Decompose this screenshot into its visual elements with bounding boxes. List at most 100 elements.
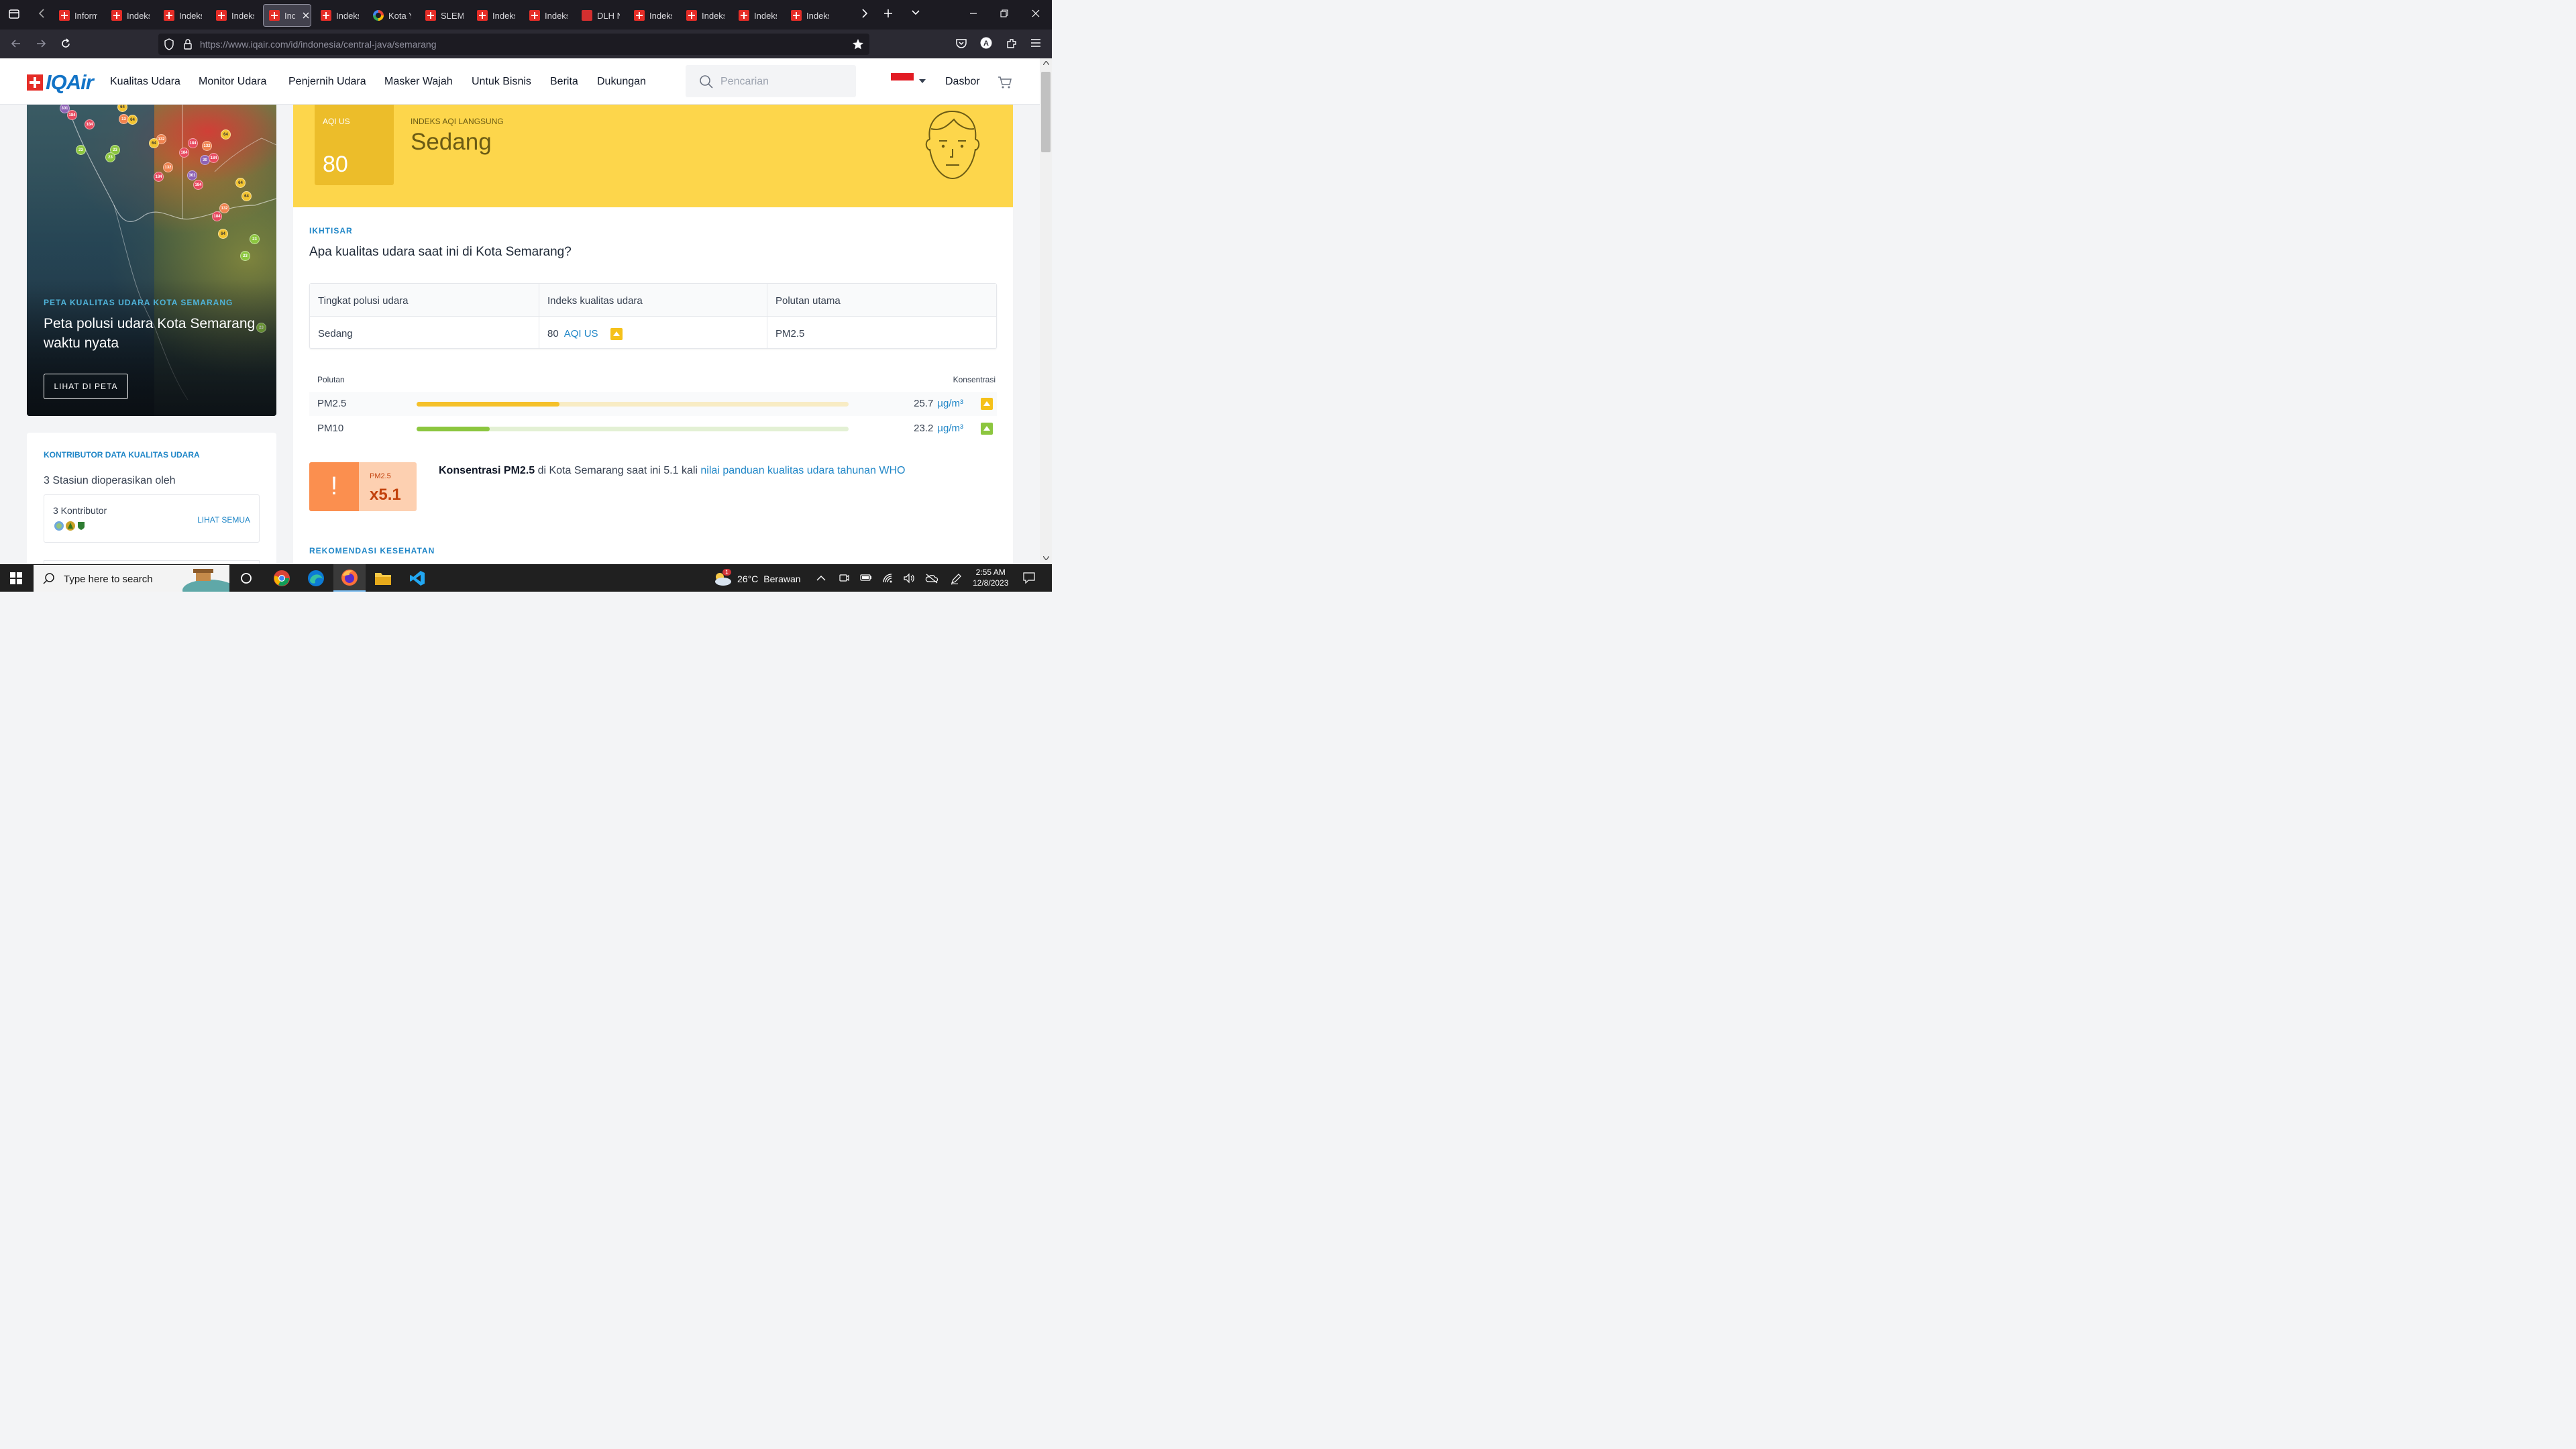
minimize-icon[interactable] <box>969 9 978 18</box>
iqair-logo[interactable]: IQAir <box>27 70 94 95</box>
show-hidden-icons-chevron-icon[interactable] <box>816 575 826 581</box>
map-marker[interactable]: 184 <box>67 110 77 120</box>
task-view-icon[interactable] <box>230 564 262 592</box>
edge-app-icon[interactable] <box>300 564 332 592</box>
aqi-unit-link[interactable]: AQI US <box>564 328 598 339</box>
windows-start-icon[interactable] <box>10 572 22 584</box>
chrome-app-icon[interactable] <box>266 564 298 592</box>
tab-label: Ind <box>284 10 295 21</box>
url-text[interactable]: https://www.iqair.com/id/indonesia/centr… <box>200 39 437 50</box>
reload-icon[interactable] <box>60 38 72 50</box>
map-marker[interactable]: 132 <box>219 203 229 213</box>
menu-hamburger-icon[interactable] <box>1030 38 1041 48</box>
map-marker[interactable]: 23 <box>105 152 115 162</box>
shield-icon[interactable] <box>164 38 174 50</box>
indonesia-flag-icon[interactable] <box>891 73 914 88</box>
map-marker[interactable]: 184 <box>179 148 189 158</box>
url-bar[interactable]: https://www.iqair.com/id/indonesia/centr… <box>158 34 869 55</box>
taskbar-clock[interactable]: 2:55 AM 12/8/2023 <box>973 567 1008 588</box>
wifi-icon[interactable] <box>882 573 894 584</box>
list-all-tabs-icon[interactable] <box>911 9 920 16</box>
nav-penjernih-udara[interactable]: Penjernih Udara <box>288 76 366 88</box>
account-avatar[interactable]: A <box>980 37 992 49</box>
close-window-icon[interactable] <box>1031 9 1040 18</box>
browser-tab[interactable]: DLH N <box>576 4 623 27</box>
map-marker[interactable]: 23 <box>240 251 250 261</box>
map-marker[interactable]: 23 <box>76 145 86 155</box>
browser-tab[interactable]: Indeks <box>786 4 833 27</box>
volume-icon[interactable] <box>903 573 915 584</box>
scroll-up-icon[interactable] <box>1043 61 1049 65</box>
pocket-icon[interactable] <box>955 38 967 50</box>
browser-tab-active[interactable]: Ind <box>263 4 311 27</box>
bookmark-star-icon[interactable] <box>852 38 864 50</box>
who-guideline-link[interactable]: nilai panduan kualitas udara tahunan WHO <box>700 465 905 476</box>
nav-masker-wajah[interactable]: Masker Wajah <box>384 76 453 88</box>
page-scrollbar[interactable] <box>1040 58 1052 564</box>
map-marker[interactable]: 301 <box>187 170 197 180</box>
vscode-app-icon[interactable] <box>401 564 433 592</box>
browser-tab[interactable]: Indeks <box>211 4 258 27</box>
firefox-app-icon[interactable] <box>333 564 366 592</box>
map-marker[interactable]: 132 <box>163 162 173 172</box>
nav-dukungan[interactable]: Dukungan <box>597 76 646 88</box>
new-tab-icon[interactable] <box>883 8 894 19</box>
battery-icon[interactable] <box>860 573 872 582</box>
nav-kualitas-udara[interactable]: Kualitas Udara <box>110 76 180 88</box>
browser-tab[interactable]: Indeks <box>158 4 205 27</box>
browser-tab[interactable]: Indeks <box>315 4 362 27</box>
browser-tab[interactable]: Indeks <box>733 4 780 27</box>
map-marker[interactable]: 184 <box>154 172 164 182</box>
see-all-contributors-link[interactable]: LIHAT SEMUA <box>197 515 250 525</box>
restore-icon[interactable] <box>1000 9 1009 18</box>
tab-overview-icon[interactable] <box>8 8 20 20</box>
map-marker[interactable]: 64 <box>241 191 252 201</box>
browser-tab[interactable]: Indeks <box>681 4 728 27</box>
onedrive-offline-icon[interactable] <box>925 573 938 584</box>
notifications-icon[interactable] <box>1023 572 1035 584</box>
nav-berita[interactable]: Berita <box>550 76 578 88</box>
view-on-map-button[interactable]: LIHAT DI PETA <box>44 374 128 399</box>
file-explorer-app-icon[interactable] <box>367 564 399 592</box>
map-marker[interactable]: 184 <box>209 153 219 163</box>
lock-icon[interactable] <box>183 38 193 50</box>
close-tab-icon[interactable] <box>303 12 309 19</box>
browser-tab[interactable]: Kota Y <box>368 4 415 27</box>
nav-untuk-bisnis[interactable]: Untuk Bisnis <box>472 76 531 88</box>
taskbar-search-input[interactable]: Type here to search <box>34 565 229 592</box>
map-marker[interactable]: 23 <box>250 234 260 244</box>
nav-monitor-udara[interactable]: Monitor Udara <box>199 76 266 88</box>
map-marker[interactable]: 64 <box>149 138 159 148</box>
map-marker[interactable]: 132 <box>202 141 212 151</box>
browser-tab[interactable]: Indeks <box>106 4 153 27</box>
tab-scroll-right-icon[interactable] <box>859 8 869 19</box>
map-marker[interactable]: 184 <box>188 138 198 148</box>
pen-workspace-icon[interactable] <box>950 573 962 585</box>
extensions-icon[interactable] <box>1006 38 1018 50</box>
language-dropdown-icon[interactable] <box>919 79 926 83</box>
cart-icon[interactable] <box>998 75 1012 90</box>
browser-tab[interactable]: Indeks <box>629 4 676 27</box>
air-quality-map-card[interactable]: 301 184 184 64 13 64 132 64 184 23 23 23 64 184 132 30 1… <box>27 105 276 416</box>
map-marker[interactable]: 184 <box>85 119 95 129</box>
map-marker[interactable]: 184 <box>193 180 203 190</box>
map-marker[interactable]: 184 <box>212 211 222 221</box>
browser-tab[interactable]: SLEMA <box>420 4 467 27</box>
scrollbar-thumb[interactable] <box>1041 72 1051 152</box>
forward-icon[interactable] <box>35 38 47 50</box>
tab-scroll-left-icon[interactable] <box>38 8 47 19</box>
site-search-input[interactable]: Pencarian <box>686 65 856 97</box>
map-marker[interactable]: 64 <box>218 229 228 239</box>
dashboard-link[interactable]: Dasbor <box>945 76 980 88</box>
map-marker[interactable]: 64 <box>221 129 231 140</box>
back-icon[interactable] <box>10 38 22 50</box>
meet-now-icon[interactable] <box>839 573 849 584</box>
browser-tab[interactable]: Indeks <box>524 4 571 27</box>
contributors-box[interactable]: 3 Kontributor LIHAT SEMUA <box>44 494 260 543</box>
scroll-down-icon[interactable] <box>1043 556 1049 560</box>
map-marker[interactable]: 64 <box>127 115 138 125</box>
map-marker[interactable]: 64 <box>235 178 246 188</box>
browser-tab[interactable]: Indeks <box>472 4 519 27</box>
browser-tab[interactable]: Inform <box>54 4 101 27</box>
weather-widget[interactable]: 1 26°C Berawan <box>713 569 801 586</box>
